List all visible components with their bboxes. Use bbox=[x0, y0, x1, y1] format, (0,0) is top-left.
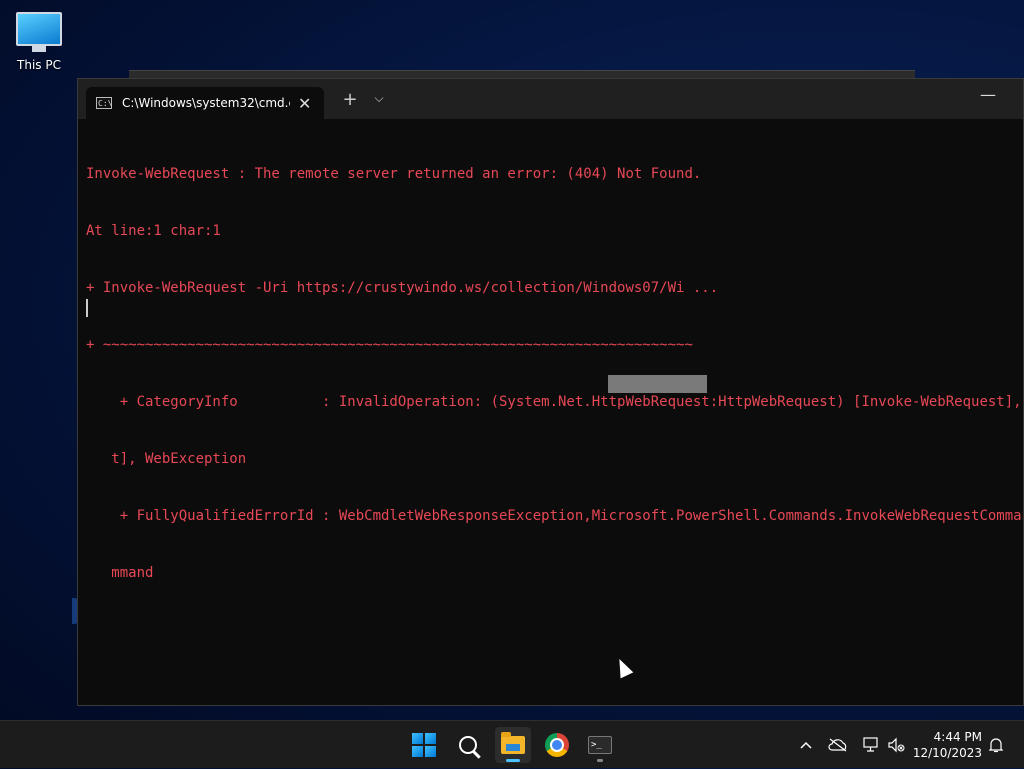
text-cursor bbox=[86, 299, 88, 317]
taskbar-file-explorer[interactable] bbox=[495, 727, 531, 763]
close-tab-icon[interactable]: ✕ bbox=[298, 94, 311, 113]
taskbar-terminal[interactable]: >_ bbox=[582, 727, 618, 763]
minimize-button[interactable]: — bbox=[973, 85, 1003, 104]
console-line: + FullyQualifiedErrorId : WebCmdletWebRe… bbox=[86, 508, 1023, 524]
chevron-up-icon[interactable] bbox=[796, 721, 816, 769]
chrome-icon bbox=[545, 733, 569, 757]
terminal-tab-bar[interactable]: C:\ C:\Windows\system32\cmd.e: ✕ + ⌵ — bbox=[78, 79, 1023, 119]
tab-title: C:\Windows\system32\cmd.e: bbox=[122, 96, 290, 110]
clock-date: 12/10/2023 bbox=[912, 746, 982, 760]
network-icon[interactable] bbox=[858, 721, 882, 769]
console-line: At line:1 char:1 bbox=[86, 223, 221, 239]
console-line: Invoke-WebRequest : The remote server re… bbox=[86, 166, 702, 182]
terminal-icon: >_ bbox=[588, 736, 612, 754]
monitor-icon bbox=[16, 12, 62, 46]
console-line: + Invoke-WebRequest -Uri https://crustyw… bbox=[86, 280, 719, 296]
chevron-down-icon[interactable]: ⌵ bbox=[370, 91, 388, 106]
volume-muted-icon[interactable] bbox=[884, 721, 908, 769]
search-button[interactable] bbox=[450, 727, 486, 763]
cmd-icon: C:\ bbox=[96, 97, 113, 109]
console-line: t], WebException bbox=[86, 451, 247, 467]
tab-cmd[interactable]: C:\ C:\Windows\system32\cmd.e: ✕ bbox=[86, 87, 324, 119]
onedrive-off-icon[interactable] bbox=[826, 721, 850, 769]
console-line: + CategoryInfo : InvalidOperation: (Syst… bbox=[119, 394, 1022, 410]
taskbar-chrome[interactable] bbox=[539, 727, 575, 763]
desktop-icon-this-pc[interactable]: This PC bbox=[10, 8, 68, 72]
console-line: mmand bbox=[86, 565, 154, 581]
notification-bell-icon[interactable] bbox=[986, 721, 1006, 769]
terminal-window[interactable]: C:\ C:\Windows\system32\cmd.e: ✕ + ⌵ — I… bbox=[77, 78, 1024, 706]
running-indicator bbox=[597, 759, 603, 762]
clock[interactable]: 4:44 PM 12/10/2023 bbox=[912, 729, 982, 761]
folder-icon bbox=[501, 732, 525, 754]
windows-logo-icon bbox=[412, 733, 436, 757]
search-icon bbox=[459, 736, 477, 754]
desktop-icon-label: This PC bbox=[17, 58, 61, 72]
console-line: + ~~~~~~~~~~~~~~~~~~~~~~~~~~~~~~~~~~~~~~… bbox=[86, 337, 693, 353]
console-output[interactable]: Invoke-WebRequest : The remote server re… bbox=[86, 127, 1023, 705]
redacted-block bbox=[608, 375, 707, 393]
start-button[interactable] bbox=[406, 727, 442, 763]
active-indicator bbox=[506, 759, 520, 762]
clock-time: 4:44 PM bbox=[933, 730, 982, 744]
taskbar: >_ 4:44 PM 12/10/2023 bbox=[0, 720, 1024, 768]
new-tab-button[interactable]: + bbox=[338, 89, 362, 110]
